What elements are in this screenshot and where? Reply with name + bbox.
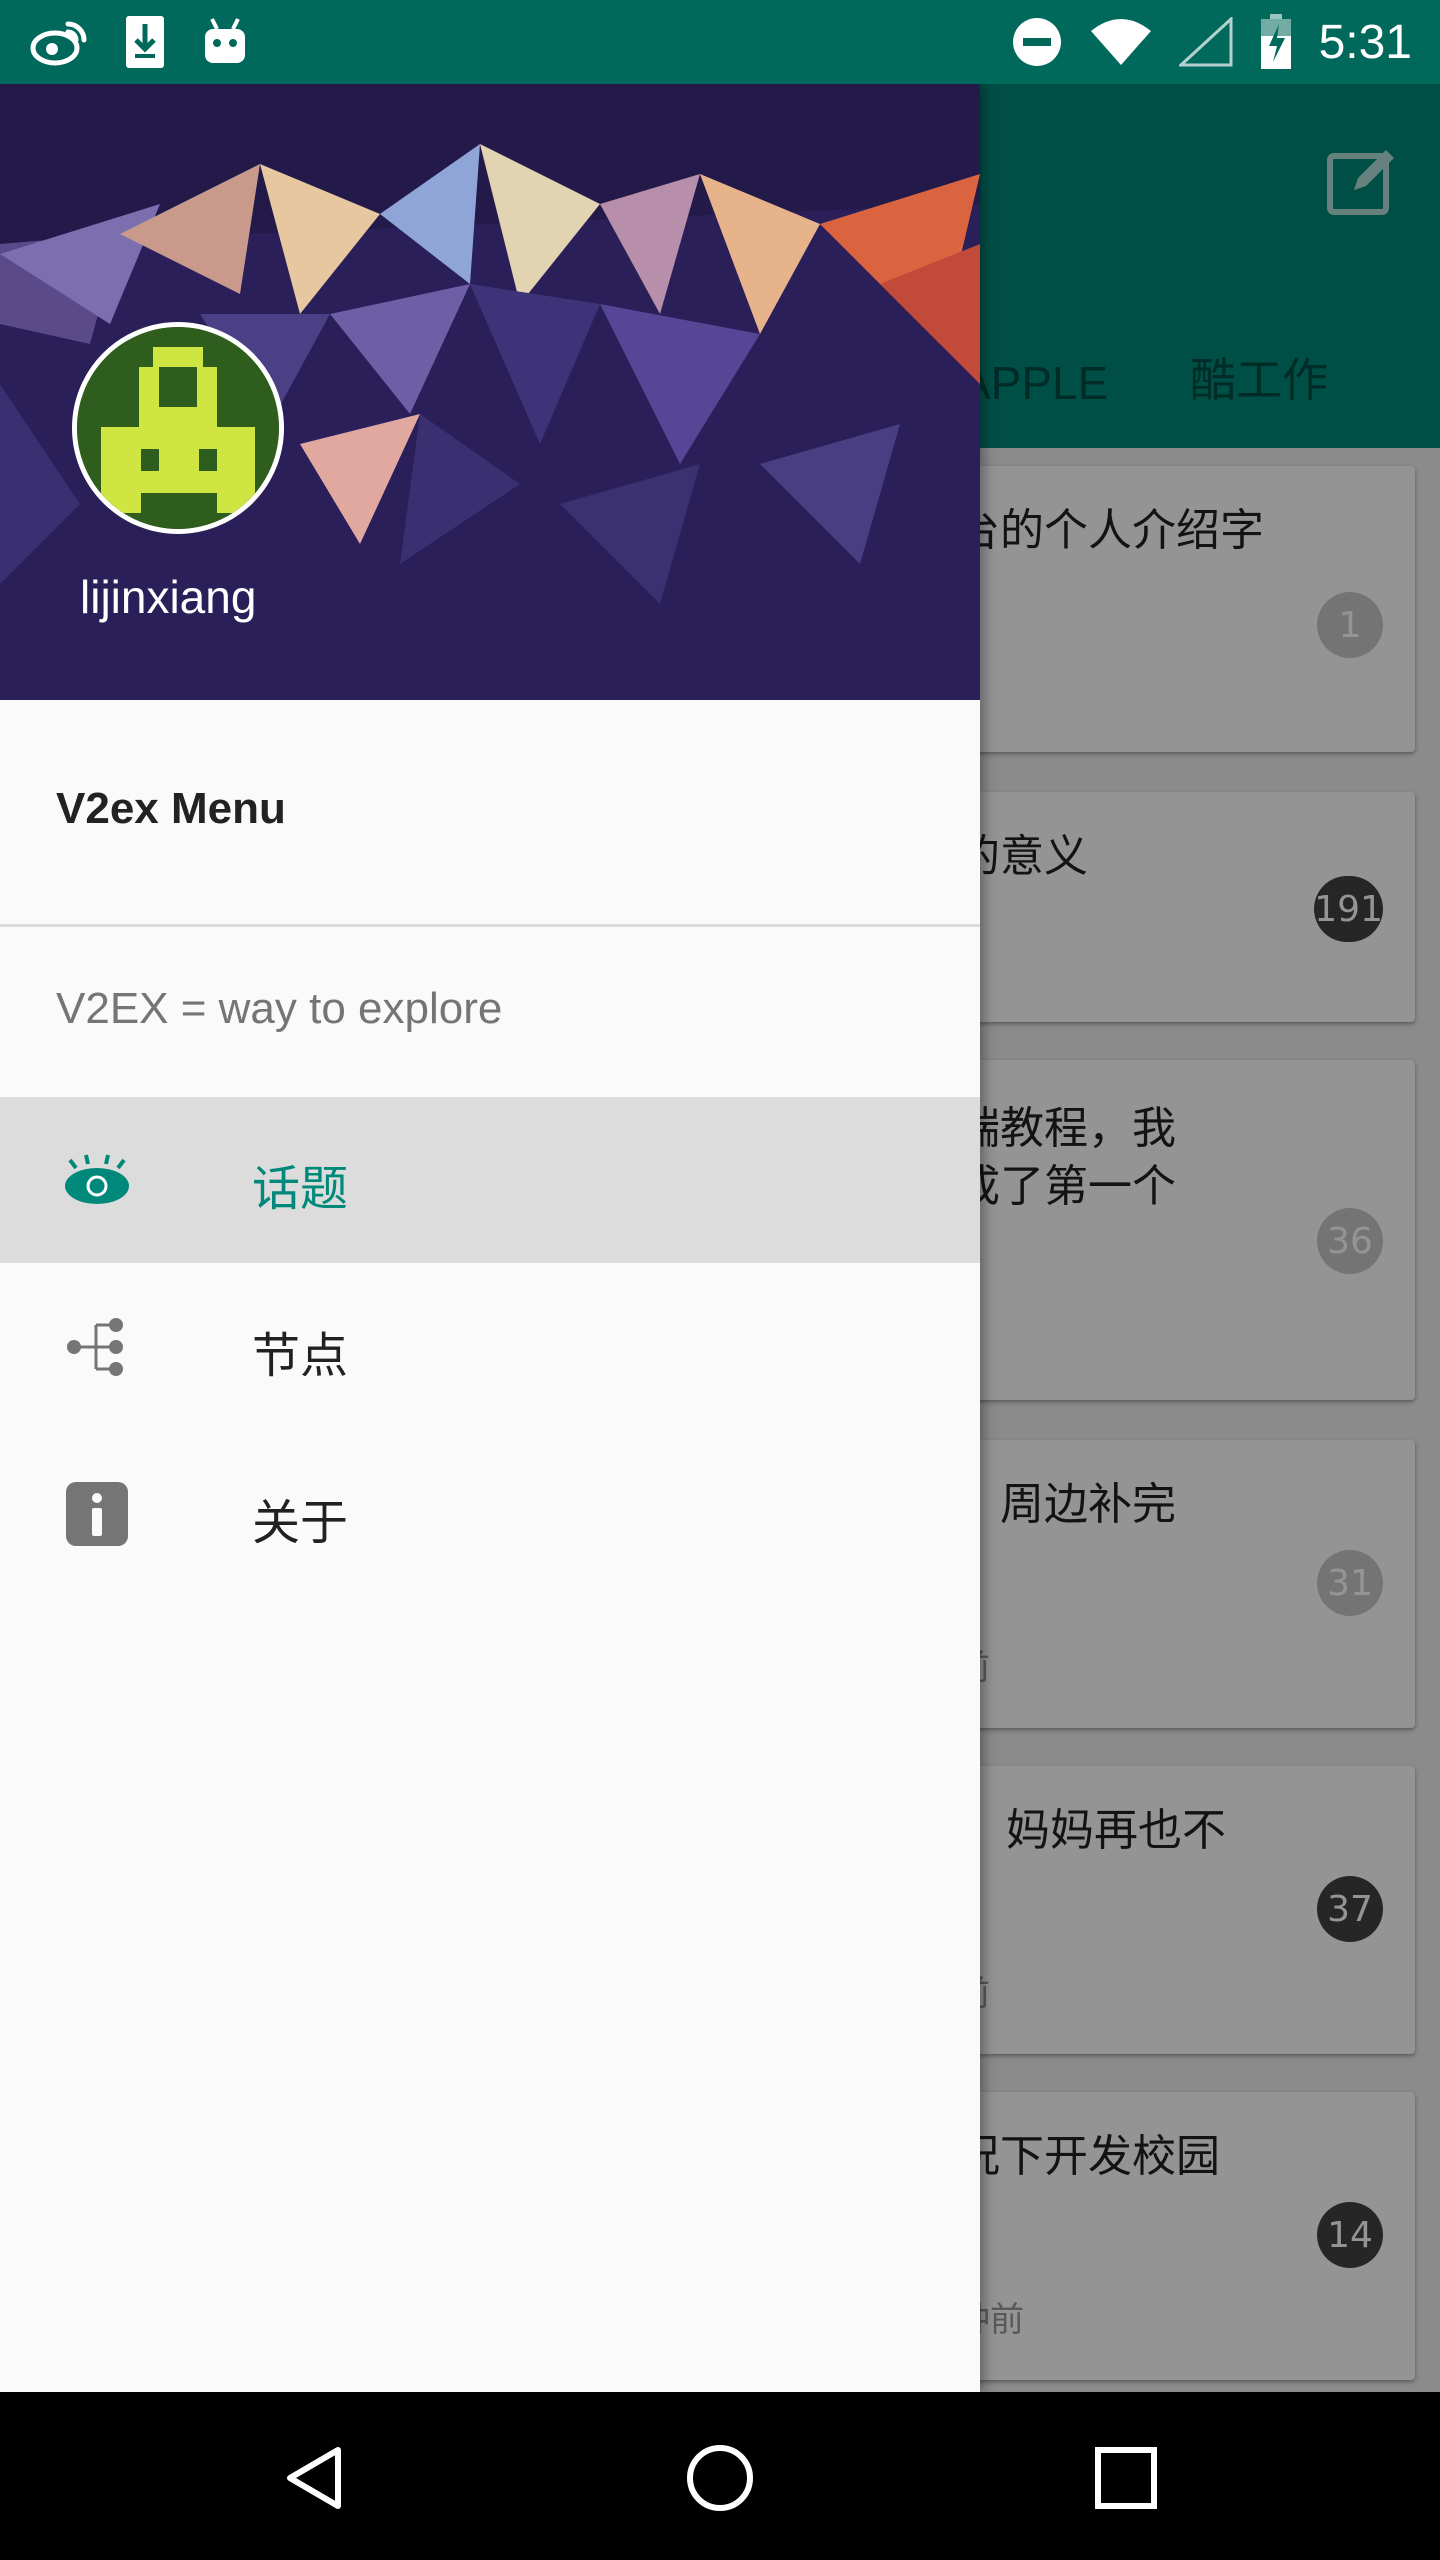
navigation-drawer: lijinxiang V2ex Menu V2EX = way to explo… — [0, 84, 980, 2392]
info-icon — [66, 1482, 128, 1546]
username: lijinxiang — [80, 571, 257, 623]
node-tree-icon — [67, 1318, 123, 1376]
do-not-disturb-icon — [1012, 18, 1061, 66]
status-bar: 5:31 — [0, 0, 1440, 84]
status-time: 5:31 — [1318, 15, 1412, 69]
eye-icon — [65, 1154, 129, 1204]
wifi-icon — [1090, 19, 1151, 65]
android-icon — [205, 18, 245, 63]
nav-item-label: 关于 — [252, 1495, 349, 1551]
avatar-image — [77, 327, 279, 529]
drawer-header: lijinxiang — [0, 84, 980, 700]
menu-title: V2ex Menu — [56, 784, 286, 833]
battery-charging-icon — [1260, 14, 1291, 69]
avatar[interactable] — [72, 322, 284, 534]
nav-item-nodes[interactable]: 节点 — [0, 1264, 980, 1430]
system-navigation-bar — [0, 2392, 1440, 2560]
weibo-icon — [30, 21, 87, 66]
nav-item-label: 话题 — [252, 1161, 349, 1217]
recents-icon[interactable] — [1090, 2442, 1162, 2514]
nav-item-about[interactable]: 关于 — [0, 1431, 980, 1597]
back-icon[interactable] — [280, 2442, 352, 2514]
signal-icon — [1178, 17, 1233, 67]
download-icon — [126, 16, 164, 68]
nav-item-topics[interactable]: 话题 — [0, 1097, 980, 1263]
home-icon[interactable] — [684, 2442, 756, 2514]
nav-item-label: 节点 — [252, 1328, 349, 1384]
divider — [0, 924, 980, 927]
menu-subheader: V2EX = way to explore — [56, 984, 503, 1033]
